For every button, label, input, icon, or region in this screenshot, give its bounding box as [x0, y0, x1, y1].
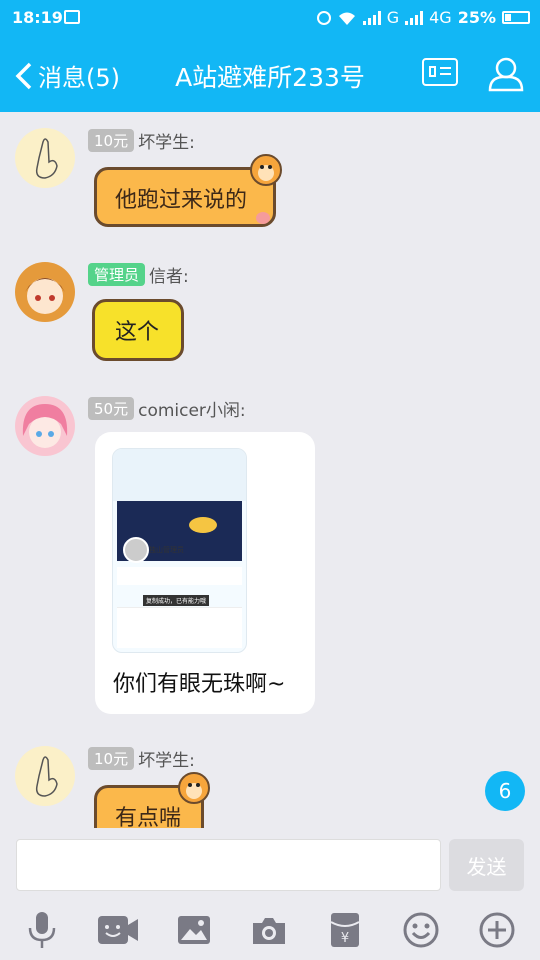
profile-name: 独山管理员 [149, 546, 184, 554]
admin-tag: 管理员 [88, 263, 146, 286]
image-attachment[interactable]: 独山管理员 复制成功，已有能力哦 [112, 448, 247, 653]
status-bar: 18:19 G 4G 25% [0, 0, 540, 36]
sender-name: comicer小闲: [138, 401, 246, 421]
input-bar: 发送 [0, 828, 540, 900]
nav-bar: 消息(5) A站避难所233号 [0, 36, 540, 112]
donation-tag: 10元 [88, 747, 135, 770]
message-text: 这个 [115, 320, 160, 345]
unread-count-badge[interactable]: 6 [485, 771, 525, 811]
profile-avatar [123, 537, 149, 563]
back-button[interactable]: 消息(5) [14, 58, 120, 93]
message-text: 你们有眼无珠啊~ [113, 672, 286, 697]
message-text: 有点喘 [115, 806, 182, 828]
avatar[interactable] [15, 262, 75, 322]
message-text: 他跑过来说的 [115, 188, 248, 213]
network-label-1: G [386, 8, 400, 27]
toast-text: 复制成功，已有能力哦 [143, 595, 210, 606]
message-input[interactable] [16, 839, 441, 891]
plus-icon[interactable] [475, 908, 519, 952]
peach-icon [256, 212, 270, 224]
alarm-icon [316, 10, 331, 25]
sender-name: 坏学生: [138, 751, 195, 771]
network-label-2: 4G [429, 8, 452, 27]
anime-girl-avatar-icon [22, 404, 68, 448]
wifi-icon [338, 12, 355, 25]
rocket-icon [189, 517, 217, 533]
donation-tag: 10元 [88, 129, 135, 152]
battery-percent: 25% [457, 8, 496, 27]
anime-avatar-icon [25, 278, 65, 314]
monkey-sticker-icon [178, 772, 210, 804]
back-label: 消息(5) [38, 64, 120, 92]
monkey-sticker-icon [250, 154, 282, 186]
image-icon[interactable] [172, 908, 216, 952]
microphone-icon[interactable] [20, 908, 64, 952]
sender-name: 信者: [149, 267, 189, 287]
group-members-icon[interactable] [486, 54, 526, 94]
group-card-icon[interactable] [422, 58, 458, 86]
chat-area[interactable]: 10元 坏学生: 他跑过来说的 管理员 信者: 这个 50元 comicer小闲… [0, 112, 540, 828]
screenshot-icon [64, 10, 80, 24]
signal-icon-2 [405, 10, 424, 25]
hand-gesture-icon [35, 138, 58, 179]
camera-icon[interactable] [247, 908, 291, 952]
sender-name: 坏学生: [138, 133, 195, 153]
red-packet-icon[interactable]: ¥ [323, 908, 367, 952]
send-button[interactable]: 发送 [449, 839, 524, 891]
message-bubble[interactable]: 这个 [92, 299, 184, 361]
status-time: 18:19 [12, 8, 63, 27]
signal-icon [362, 10, 381, 25]
message-bubble[interactable]: 独山管理员 复制成功，已有能力哦 你们有眼无珠啊~ [95, 432, 315, 714]
battery-icon [502, 11, 530, 24]
back-arrow-icon [15, 62, 32, 89]
avatar[interactable] [15, 128, 75, 188]
avatar[interactable] [15, 746, 75, 806]
hand-gesture-icon [35, 756, 58, 797]
video-icon[interactable] [96, 908, 140, 952]
emoji-icon[interactable] [399, 908, 443, 952]
avatar[interactable] [15, 396, 75, 456]
svg-text:¥: ¥ [341, 931, 349, 946]
toolbar: ¥ [0, 900, 540, 960]
donation-tag: 50元 [88, 397, 135, 420]
